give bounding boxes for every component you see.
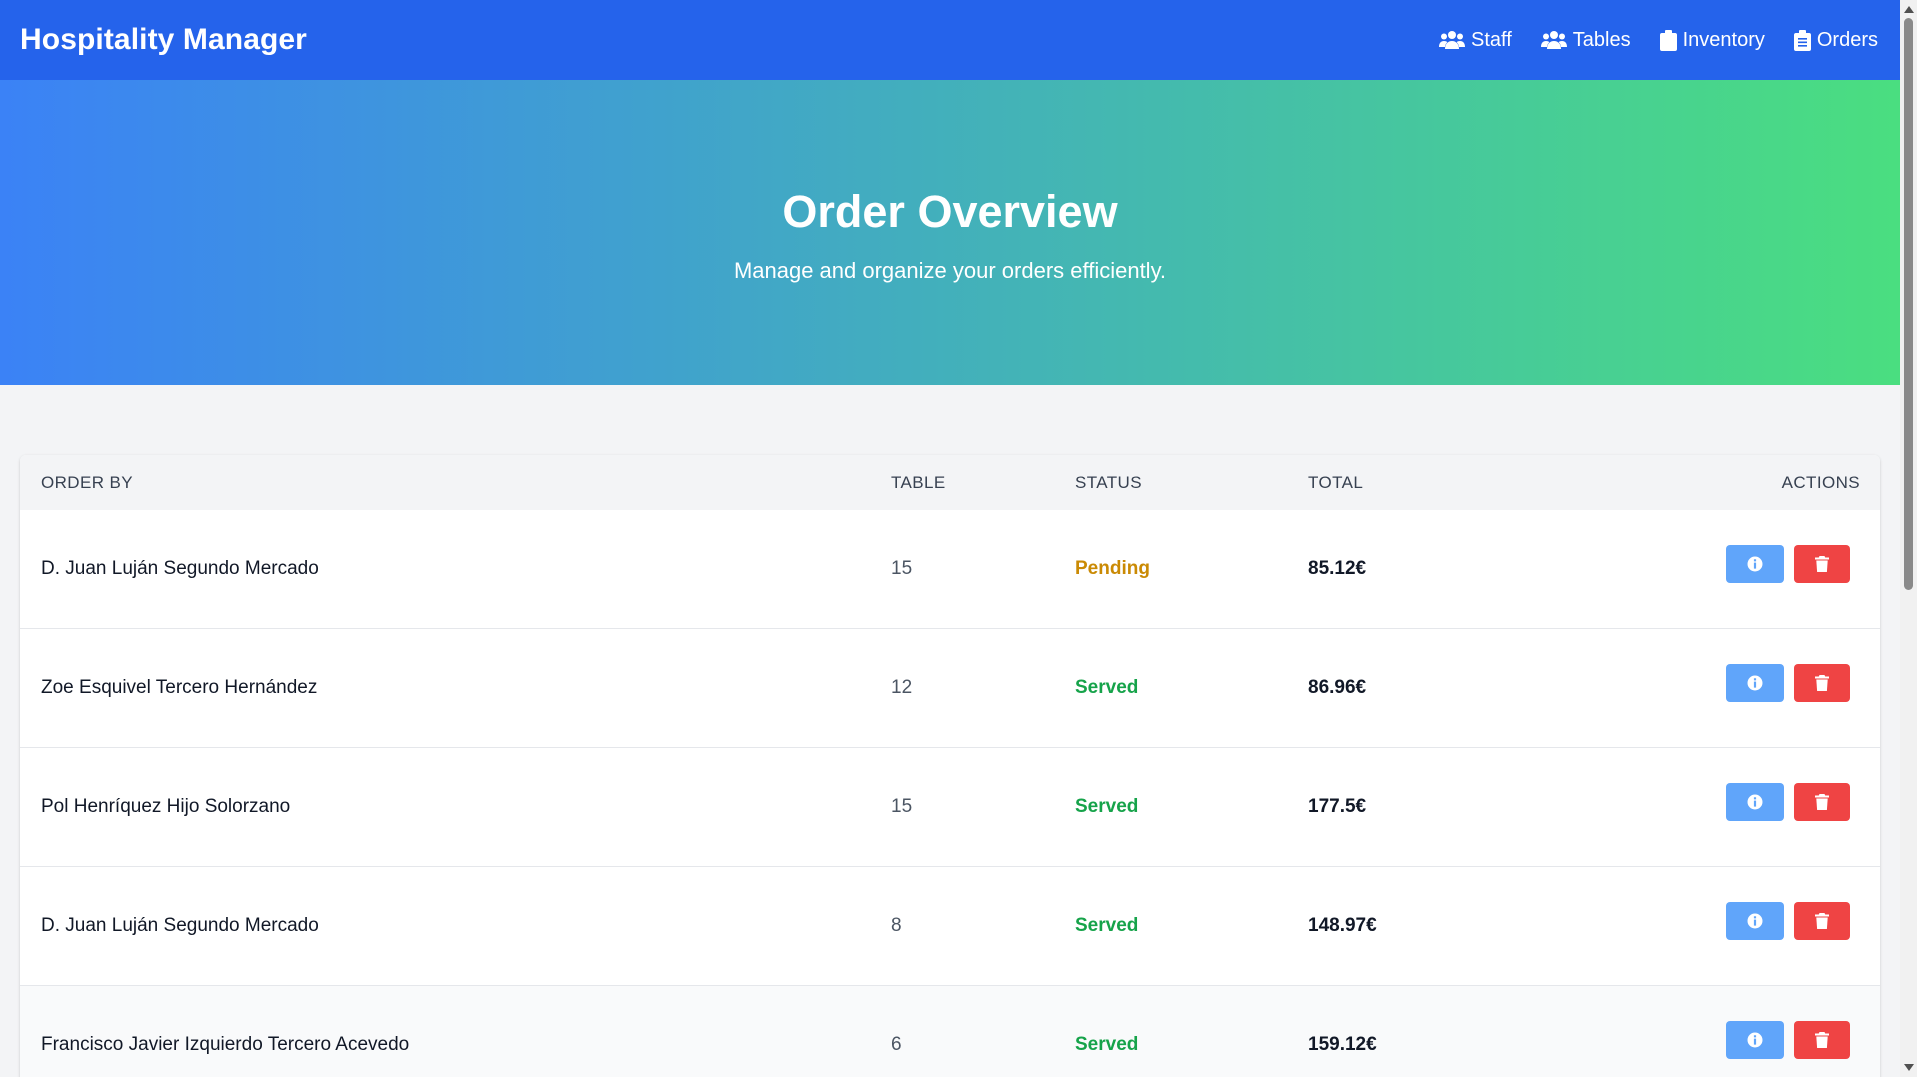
orders-table: ORDER BY TABLE STATUS TOTAL ACTIONS D. J…: [20, 455, 1880, 1077]
main-nav: Staff Tables Inventory Orders: [1439, 29, 1878, 52]
total-cell: 159.12€: [1308, 1034, 1377, 1055]
row-actions: [1608, 1021, 1880, 1059]
info-button[interactable]: [1726, 545, 1784, 583]
trash-icon: [1815, 675, 1829, 691]
table-row: D. Juan Luján Segundo Mercado 8 Served 1…: [20, 867, 1880, 986]
row-actions: [1608, 664, 1880, 702]
table-row: D. Juan Luján Segundo Mercado 15 Pending…: [20, 510, 1880, 629]
table-number-cell: 6: [891, 1034, 902, 1055]
hero-banner: Order Overview Manage and organize your …: [0, 80, 1900, 385]
total-cell: 85.12€: [1308, 558, 1367, 579]
info-circle-icon: [1747, 1032, 1763, 1048]
info-circle-icon: [1747, 675, 1763, 691]
table-number-cell: 12: [891, 677, 913, 698]
app-title[interactable]: Hospitality Manager: [20, 23, 307, 57]
header-order-by: ORDER BY: [41, 472, 133, 492]
scroll-down-arrow-icon[interactable]: [1904, 1064, 1914, 1071]
trash-icon: [1815, 913, 1829, 929]
table-row: Zoe Esquivel Tercero Hernández 12 Served…: [20, 629, 1880, 748]
info-circle-icon: [1747, 556, 1763, 572]
vertical-scrollbar[interactable]: [1900, 0, 1917, 1077]
info-button[interactable]: [1726, 783, 1784, 821]
total-cell: 148.97€: [1308, 915, 1377, 936]
nav-inventory-label: Inventory: [1682, 28, 1765, 51]
table-number-cell: 8: [891, 915, 902, 936]
header-actions: ACTIONS: [1781, 472, 1860, 492]
order-by-cell: D. Juan Luján Segundo Mercado: [41, 915, 319, 936]
nav-staff-label: Staff: [1471, 28, 1512, 51]
nav-inventory[interactable]: Inventory: [1659, 28, 1765, 52]
info-button[interactable]: [1726, 664, 1784, 702]
scroll-thumb[interactable]: [1904, 18, 1913, 590]
users-icon: [1540, 31, 1567, 49]
info-circle-icon: [1747, 794, 1763, 810]
trash-icon: [1815, 1032, 1829, 1048]
users-icon: [1439, 31, 1466, 49]
page: Hospitality Manager Staff Tables Invento…: [0, 0, 1900, 1077]
nav-orders-label: Orders: [1816, 28, 1878, 51]
row-actions: [1608, 545, 1880, 583]
row-actions: [1608, 902, 1880, 940]
row-actions: [1608, 783, 1880, 821]
clipboard-list-icon: [1793, 29, 1811, 51]
header-status: STATUS: [1075, 472, 1142, 492]
order-by-cell: Zoe Esquivel Tercero Hernández: [41, 677, 318, 698]
order-by-cell: Francisco Javier Izquierdo Tercero Aceve…: [41, 1034, 410, 1055]
total-cell: 86.96€: [1308, 677, 1367, 698]
table-number-cell: 15: [891, 796, 913, 817]
table-header: ORDER BY TABLE STATUS TOTAL ACTIONS: [20, 455, 1880, 510]
status-cell: Served: [1075, 796, 1139, 817]
header-total: TOTAL: [1308, 472, 1364, 492]
total-cell: 177.5€: [1308, 796, 1367, 817]
clipboard-icon: [1659, 29, 1677, 51]
trash-icon: [1815, 556, 1829, 572]
delete-button[interactable]: [1794, 1021, 1850, 1059]
status-cell: Served: [1075, 915, 1139, 936]
table-row: Francisco Javier Izquierdo Tercero Aceve…: [20, 986, 1880, 1077]
status-cell: Served: [1075, 677, 1139, 698]
delete-button[interactable]: [1794, 783, 1850, 821]
delete-button[interactable]: [1794, 664, 1850, 702]
status-cell: Pending: [1075, 558, 1150, 579]
page-title: Order Overview: [782, 186, 1118, 237]
scroll-up-arrow-icon[interactable]: [1904, 6, 1914, 13]
delete-button[interactable]: [1794, 902, 1850, 940]
trash-icon: [1815, 794, 1829, 810]
page-subtitle: Manage and organize your orders efficien…: [733, 258, 1167, 283]
info-button[interactable]: [1726, 902, 1784, 940]
table-number-cell: 15: [891, 558, 913, 579]
nav-orders[interactable]: Orders: [1793, 28, 1878, 52]
header-table: TABLE: [891, 472, 946, 492]
order-by-cell: D. Juan Luján Segundo Mercado: [41, 558, 319, 579]
order-by-cell: Pol Henríquez Hijo Solorzano: [41, 796, 291, 817]
nav-staff[interactable]: Staff: [1439, 29, 1512, 52]
nav-tables-label: Tables: [1572, 28, 1631, 51]
table-row: Pol Henríquez Hijo Solorzano 15 Served 1…: [20, 748, 1880, 867]
navbar: Hospitality Manager Staff Tables Invento…: [0, 0, 1900, 80]
info-circle-icon: [1747, 913, 1763, 929]
status-cell: Served: [1075, 1034, 1139, 1055]
info-button[interactable]: [1726, 1021, 1784, 1059]
nav-tables[interactable]: Tables: [1540, 28, 1631, 52]
delete-button[interactable]: [1794, 545, 1850, 583]
